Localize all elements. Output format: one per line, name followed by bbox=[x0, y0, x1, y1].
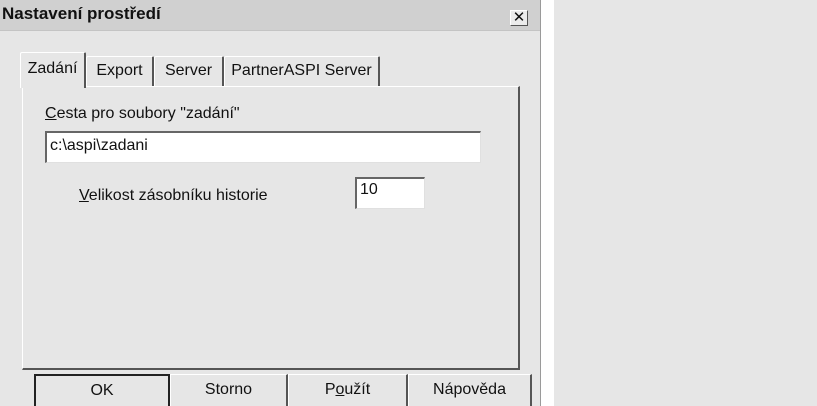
close-button[interactable]: ✕ bbox=[510, 10, 528, 26]
tab-server[interactable]: Server bbox=[154, 56, 224, 86]
dialog-title: Nastavení prostředí bbox=[2, 4, 161, 23]
tab-label: Export bbox=[96, 62, 143, 79]
tab-export[interactable]: Export bbox=[86, 56, 154, 86]
cancel-button[interactable]: Storno bbox=[170, 374, 288, 406]
tab-panel-zadani: Cesta pro soubory "zadání" c:\aspi\zadan… bbox=[22, 86, 520, 370]
tab-label: Server bbox=[164, 62, 213, 79]
tab-partneraspi-server[interactable]: PartnerASPI Server bbox=[224, 56, 380, 86]
history-size-input[interactable]: 10 bbox=[355, 177, 425, 209]
path-label: Cesta pro soubory "zadání" bbox=[45, 105, 240, 122]
apply-button[interactable]: Použít bbox=[288, 374, 408, 406]
title-bar[interactable]: Nastavení prostředí ✕ bbox=[0, 0, 540, 31]
tab-label: PartnerASPI Server bbox=[231, 62, 372, 79]
path-input[interactable]: c:\aspi\zadani bbox=[45, 131, 481, 163]
tab-label: Zadání bbox=[27, 60, 78, 77]
close-icon: ✕ bbox=[512, 9, 526, 26]
ok-button[interactable]: OK bbox=[34, 374, 170, 406]
empty-panel bbox=[554, 0, 817, 406]
settings-dialog: Nastavení prostředí ✕ Zadání Export Serv… bbox=[0, 0, 541, 406]
tab-zadani[interactable]: Zadání bbox=[20, 52, 86, 88]
help-button[interactable]: Nápověda bbox=[408, 374, 532, 406]
history-size-label: Velikost zásobníku historie bbox=[79, 187, 268, 204]
